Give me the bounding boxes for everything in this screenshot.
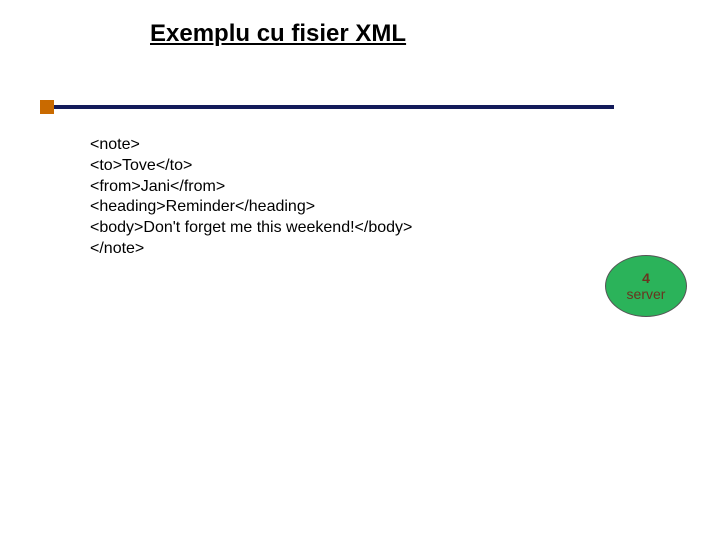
xml-line: <from>Jani</from> <box>90 177 412 198</box>
xml-line: <note> <box>90 135 412 156</box>
xml-line: <to>Tove</to> <box>90 156 412 177</box>
xml-line: </note> <box>90 239 412 260</box>
slide: Exemplu cu fisier XML <note> <to>Tove</t… <box>0 0 720 540</box>
badge-label: server <box>627 286 666 302</box>
xml-line: <body>Don't forget me this weekend!</bod… <box>90 218 412 239</box>
badge-number: 4 <box>642 270 650 286</box>
rule-horizontal-line <box>54 105 614 109</box>
title-underline-rule <box>0 100 620 116</box>
xml-line: <heading>Reminder</heading> <box>90 197 412 218</box>
slide-title: Exemplu cu fisier XML <box>150 20 406 48</box>
xml-example-block: <note> <to>Tove</to> <from>Jani</from> <… <box>90 135 412 260</box>
rule-bullet-square <box>40 100 54 114</box>
server-badge: 4 server <box>605 255 687 317</box>
